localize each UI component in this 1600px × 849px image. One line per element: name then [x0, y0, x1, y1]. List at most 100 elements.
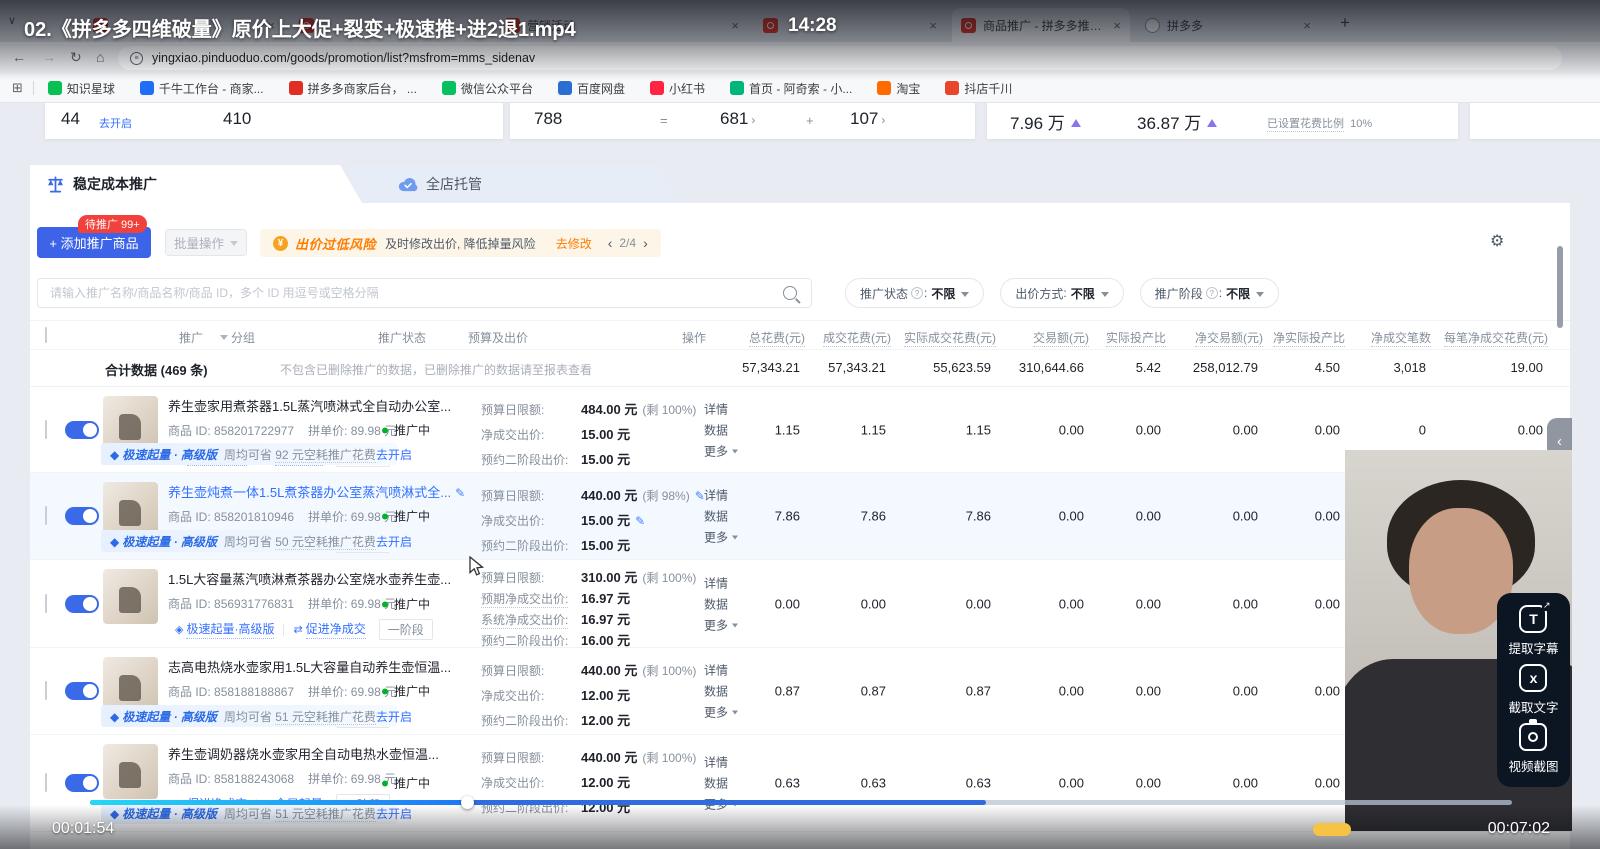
back-button-icon[interactable]: ←	[12, 49, 26, 65]
scrollbar-thumb[interactable]	[1557, 246, 1563, 328]
bookmark-item[interactable]: 拼多多商家后台， ...	[288, 80, 417, 97]
address-bar[interactable]: ≡ yingxiao.pinduoduo.com/goods/promotion…	[118, 46, 1562, 70]
row-checkbox[interactable]	[45, 681, 47, 700]
product-title[interactable]: 养生壶家用煮茶器1.5L蒸汽喷淋式全自动办公室...	[168, 396, 476, 415]
search-icon[interactable]	[783, 286, 797, 300]
forward-button-icon[interactable]: →	[42, 49, 56, 65]
close-tab-icon[interactable]: ×	[1303, 19, 1311, 32]
promotion-toggle-on[interactable]	[65, 507, 99, 525]
video-tool-1[interactable]: T 提取字幕	[1508, 600, 1559, 657]
column-metric[interactable]: 净实际投产比	[1272, 329, 1354, 351]
column-group[interactable]: 分组	[210, 329, 255, 346]
bookmark-item[interactable]: 千牛工作台 - 商家...	[139, 80, 264, 97]
tab-stable-cost-promotion[interactable]: 稳定成本推广	[30, 165, 362, 203]
action-link-more[interactable]: 更多	[704, 527, 739, 548]
sort-icon[interactable]	[1348, 337, 1354, 351]
action-link-more[interactable]: 更多	[704, 702, 739, 723]
sort-icon[interactable]	[1434, 337, 1440, 351]
action-link-more[interactable]: 更多	[704, 614, 739, 635]
batch-operation-button[interactable]: 批量操作	[165, 229, 247, 256]
column-metric[interactable]: 实际投产比	[1105, 329, 1175, 351]
progress-knob[interactable]	[460, 796, 474, 809]
row-checkbox[interactable]	[45, 773, 47, 792]
reload-button-icon[interactable]: ↻	[70, 49, 82, 66]
apps-grid-icon[interactable]: ⊞	[12, 80, 23, 96]
row-checkbox[interactable]	[45, 506, 47, 525]
go-fix-link[interactable]: 去修改	[556, 235, 592, 252]
sort-icon[interactable]	[808, 337, 814, 351]
banner-text: 周均可省 50 元空耗推广花费	[223, 534, 376, 550]
bookmark-item[interactable]: 微信公众平台	[441, 80, 533, 97]
action-link-detail[interactable]: 详情	[704, 485, 738, 506]
banner-enable-link[interactable]: 去开启	[376, 533, 412, 550]
sort-icon[interactable]	[1551, 337, 1557, 351]
promotion-toggle-on[interactable]	[65, 682, 99, 700]
product-title[interactable]: 1.5L大容量蒸汽喷淋煮茶器办公室烧水壶养生壶...	[168, 569, 476, 588]
sort-icon[interactable]	[894, 337, 900, 351]
sort-icon[interactable]	[1266, 337, 1272, 351]
tab-full-store-hosting[interactable]: 全店托管	[350, 165, 680, 203]
stat-enable-link[interactable]: 去开启	[99, 115, 132, 131]
edit-title-icon[interactable]: ✎	[455, 486, 465, 500]
column-metric[interactable]: 交易额(元)	[1033, 329, 1098, 351]
action-link-detail[interactable]: 详情	[704, 572, 738, 593]
action-link-detail[interactable]: 详情	[704, 752, 738, 773]
product-title[interactable]: 志高电热烧水壶家用1.5L大容量自动养生壶恒温...	[168, 657, 476, 676]
action-link-detail[interactable]: 详情	[704, 398, 738, 419]
row-checkbox[interactable]	[45, 419, 47, 439]
bookmark-item[interactable]: 抖店千川	[945, 80, 1012, 97]
tab-search-chevron-icon[interactable]: ∨	[8, 14, 16, 27]
stat-part-a[interactable]: 681 ›	[720, 109, 755, 129]
bookmark-item[interactable]: 小红书	[649, 80, 705, 97]
filter-pill-3[interactable]: 推广阶段?: 不限	[1139, 278, 1280, 308]
video-progress-bar[interactable]	[90, 796, 1512, 809]
stat-part-b[interactable]: 107 ›	[850, 109, 885, 129]
promotion-toggle-on[interactable]	[65, 774, 99, 792]
filter-pill-1[interactable]: 推广状态?: 不限	[845, 278, 985, 308]
search-input[interactable]	[38, 286, 783, 300]
table-settings-gear-icon[interactable]: ⚙	[1490, 231, 1504, 251]
promo-strategy-badge[interactable]: ⇄促进净成交	[286, 619, 372, 640]
video-tool-2[interactable]: x 截取文字	[1508, 664, 1559, 716]
banner-enable-link[interactable]: 去开启	[376, 805, 412, 822]
edit-bid-icon[interactable]: ✎	[635, 514, 645, 528]
promotion-toggle-on[interactable]	[65, 420, 99, 439]
column-metric[interactable]: 实际成交花费(元)	[904, 329, 1005, 351]
site-info-icon[interactable]: ≡	[130, 51, 143, 65]
product-title[interactable]: 养生壶炖煮一体1.5L煮茶器办公室蒸汽喷淋式全... ✎	[168, 482, 476, 501]
filter-pill-2[interactable]: 出价方式: 不限	[1000, 278, 1124, 308]
browser-tab-active[interactable]: 商品推广 - 拼多多推广平台 ×	[952, 8, 1130, 42]
promo-strategy-badge[interactable]: ◈ 极速起量·高级版	[168, 619, 281, 640]
browser-tab[interactable]: 拼多多 ×	[1136, 8, 1320, 42]
column-metric[interactable]: 成交花费(元)	[823, 329, 900, 351]
banner-enable-link[interactable]: 去开启	[376, 446, 412, 463]
banner-enable-link[interactable]: 去开启	[376, 708, 412, 725]
column-metric[interactable]: 总花费(元)	[749, 329, 814, 351]
close-tab-icon[interactable]: ×	[1113, 19, 1121, 32]
sort-icon[interactable]	[1169, 337, 1175, 351]
promotion-toggle-on[interactable]	[65, 594, 99, 613]
next-warning-icon[interactable]: ›	[643, 235, 648, 251]
action-link-detail[interactable]: 详情	[704, 660, 738, 681]
action-link-more[interactable]: 更多	[704, 440, 739, 461]
browser-tab[interactable]: ×	[754, 8, 946, 42]
close-tab-icon[interactable]: ×	[731, 19, 739, 32]
video-tool-3[interactable]: 视频截图	[1508, 719, 1559, 775]
home-button-icon[interactable]: ⌂	[96, 49, 104, 65]
sort-icon[interactable]	[999, 337, 1005, 351]
bookmark-item[interactable]: 百度网盘	[557, 80, 625, 97]
sort-icon[interactable]	[1092, 337, 1098, 351]
select-all-checkbox[interactable]	[45, 327, 47, 343]
column-metric[interactable]: 净成交笔数	[1370, 329, 1440, 351]
product-title[interactable]: 养生壶调奶器烧水壶家用全自动电热水壶恒温...	[168, 744, 476, 763]
bookmark-item[interactable]: 淘宝	[877, 80, 920, 97]
bookmark-item[interactable]: 首页 - 阿奇索 - 小...	[729, 80, 852, 97]
column-metric[interactable]: 每笔净成交花费(元)	[1444, 329, 1557, 351]
metric-header-label: 净成交笔数	[1370, 331, 1431, 347]
prev-warning-icon[interactable]: ‹	[608, 235, 613, 251]
column-metric[interactable]: 净交易额(元)	[1195, 329, 1272, 351]
row-checkbox[interactable]	[45, 593, 47, 613]
close-tab-icon[interactable]: ×	[929, 19, 937, 32]
new-tab-button[interactable]: +	[1340, 13, 1350, 33]
bookmark-item[interactable]: 知识星球	[47, 80, 115, 97]
